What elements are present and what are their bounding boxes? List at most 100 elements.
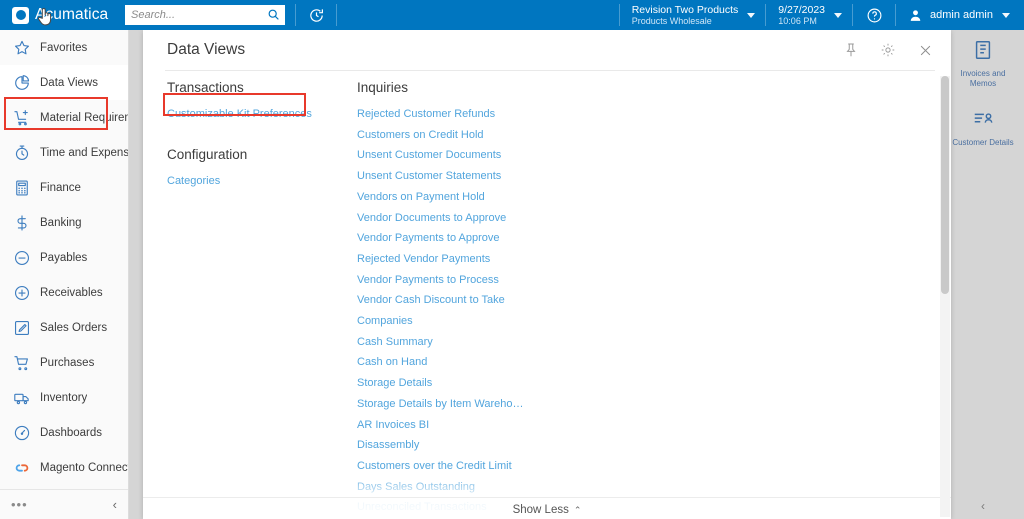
- current-time: 10:06 PM: [778, 15, 817, 26]
- sidebar-item-inventory[interactable]: Inventory: [0, 380, 128, 415]
- brand-logo[interactable]: Acumatica: [0, 0, 125, 30]
- sidebar-item-time-and-expenses[interactable]: Time and Expenses: [0, 135, 128, 170]
- acumatica-logo-icon: [12, 6, 29, 24]
- sidebar-item-material-requirem[interactable]: Material Requirem...: [0, 100, 128, 135]
- data-view-link[interactable]: AR Invoices BI: [357, 415, 557, 436]
- sidebar-collapse-chevron-left-icon[interactable]: ‹: [113, 497, 117, 512]
- sidebar-item-label: Dashboards: [40, 426, 103, 439]
- chevron-down-icon: [1002, 12, 1010, 18]
- minus-circle-icon: [13, 249, 31, 267]
- sidebar-item-label: Data Views: [40, 76, 98, 89]
- sidebar-item-label: Time and Expenses: [40, 146, 128, 159]
- plus-circle-icon: [13, 284, 31, 302]
- sidebar-item-label: Banking: [40, 216, 82, 229]
- column-transactions: Transactions Customizable Kit Preference…: [167, 80, 357, 519]
- help-button[interactable]: [853, 0, 895, 30]
- show-less-label: Show Less: [512, 504, 569, 516]
- sidebar-item-label: Purchases: [40, 356, 95, 369]
- sidebar-item-banking[interactable]: Banking: [0, 205, 128, 240]
- panel-body: Transactions Customizable Kit Preference…: [143, 80, 951, 519]
- data-view-link[interactable]: Days Sales Outstanding: [357, 477, 557, 498]
- global-search: [125, 0, 285, 30]
- data-view-link[interactable]: Customers over the Credit Limit: [357, 456, 557, 477]
- sidebar-nav-list: Favorites Data Views Material Requirem... T…: [0, 30, 128, 485]
- sidebar-item-data-views[interactable]: Data Views: [0, 65, 128, 100]
- data-view-link[interactable]: Unsent Customer Statements: [357, 166, 557, 187]
- star-icon: [13, 39, 31, 57]
- column-inquiries: Inquiries Rejected Customer Refunds Custo…: [357, 80, 557, 519]
- rail-collapse-chevron-left-icon[interactable]: ‹: [941, 499, 1024, 513]
- data-view-link[interactable]: Cash on Hand: [357, 352, 557, 373]
- sidebar-item-label: Finance: [40, 181, 81, 194]
- datetime-selector[interactable]: 9/27/2023 10:06 PM: [766, 0, 852, 30]
- magento-logo-icon: [13, 459, 31, 477]
- sidebar-item-sales-orders[interactable]: Sales Orders: [0, 310, 128, 345]
- user-name: admin admin: [930, 9, 993, 21]
- data-views-panel: Data Views Transactions Customizable Kit: [143, 30, 951, 519]
- current-date: 9/27/2023: [778, 3, 826, 16]
- sidebar-item-favorites[interactable]: Favorites: [0, 30, 128, 65]
- sidebar-item-purchases[interactable]: Purchases: [0, 345, 128, 380]
- user-avatar-icon: [910, 9, 921, 21]
- gauge-icon: [13, 424, 31, 442]
- sidebar-item-label: Sales Orders: [40, 321, 108, 334]
- chevron-down-icon: [834, 12, 843, 18]
- search-input[interactable]: [125, 5, 285, 25]
- rail-item-label: Customer Details: [952, 138, 1014, 147]
- company-branch: Products Wholesale: [631, 15, 712, 26]
- recent-history-button[interactable]: [296, 0, 336, 30]
- data-view-link[interactable]: Vendor Payments to Approve: [357, 228, 557, 249]
- data-view-link[interactable]: Disassembly: [357, 435, 557, 456]
- dollar-sign-icon: [13, 214, 31, 232]
- data-view-link[interactable]: Storage Details: [357, 373, 557, 394]
- panel-scrollbar[interactable]: [940, 76, 950, 517]
- top-bar: Acumatica Revision Two Products Product: [0, 0, 1024, 30]
- sidebar-item-receivables[interactable]: Receivables: [0, 275, 128, 310]
- sidebar-item-label: Favorites: [40, 41, 88, 54]
- page-title: Data Views: [167, 41, 246, 58]
- ellipsis-icon[interactable]: •••: [11, 498, 28, 511]
- column-heading: Configuration: [167, 146, 248, 162]
- data-view-link[interactable]: Companies: [357, 311, 557, 332]
- data-view-link[interactable]: Vendors on Payment Hold: [357, 187, 557, 208]
- sidebar-item-payables[interactable]: Payables: [0, 240, 128, 275]
- sidebar-footer: ••• ‹: [0, 489, 128, 519]
- inquiries-link-list: Rejected Customer Refunds Customers on Cr…: [357, 104, 557, 519]
- user-menu[interactable]: admin admin: [896, 0, 1024, 30]
- chevron-up-icon: ⌃: [573, 505, 582, 515]
- data-view-link[interactable]: Vendor Payments to Process: [357, 270, 557, 291]
- data-view-link[interactable]: Storage Details by Item Wareho…: [357, 394, 557, 415]
- data-view-link[interactable]: Rejected Customer Refunds: [357, 104, 557, 125]
- data-view-link[interactable]: Vendor Documents to Approve: [357, 208, 557, 229]
- data-view-link[interactable]: Rejected Vendor Payments: [357, 249, 557, 270]
- sidebar-item-label: Receivables: [40, 286, 103, 299]
- data-view-link-customizable-kit-preferences[interactable]: Customizable Kit Preferences: [167, 104, 357, 125]
- data-view-link-categories[interactable]: Categories: [167, 171, 357, 192]
- stopwatch-icon: [13, 144, 31, 162]
- sidebar-item-magento-connector[interactable]: Magento Connector: [0, 450, 128, 485]
- recent-history-icon: [309, 8, 323, 22]
- close-icon[interactable]: [918, 43, 933, 58]
- sidebar-item-finance[interactable]: Finance: [0, 170, 128, 205]
- sidebar-item-label: Material Requirem...: [40, 111, 128, 124]
- acumatica-app-window: Qty. ipme 0. 0. » ▶ ▶| Invoices and Memo…: [0, 0, 1024, 519]
- sidebar-item-label: Payables: [40, 251, 88, 264]
- data-view-link[interactable]: Vendor Cash Discount to Take: [357, 290, 557, 311]
- search-icon[interactable]: [267, 8, 280, 21]
- sidebar-item-label: Inventory: [40, 391, 88, 404]
- gear-icon[interactable]: [880, 42, 896, 58]
- company-selector[interactable]: Revision Two Products Products Wholesale: [620, 0, 766, 30]
- panel-header-actions: [844, 42, 937, 58]
- panel-header-divider: [165, 70, 935, 71]
- show-less-button[interactable]: Show Less ⌃: [143, 497, 951, 516]
- data-view-link[interactable]: Cash Summary: [357, 332, 557, 353]
- customer-details-icon: [974, 113, 993, 123]
- scrollbar-thumb[interactable]: [941, 76, 949, 294]
- sidebar-item-dashboards[interactable]: Dashboards: [0, 415, 128, 450]
- rail-item-invoices-and-memos[interactable]: Invoices and Memos: [941, 32, 1024, 89]
- pencil-square-icon: [13, 319, 31, 337]
- data-view-link[interactable]: Customers on Credit Hold: [357, 125, 557, 146]
- rail-item-customer-details[interactable]: Customer Details: [941, 101, 1024, 148]
- pin-icon[interactable]: [844, 42, 858, 58]
- data-view-link[interactable]: Unsent Customer Documents: [357, 145, 557, 166]
